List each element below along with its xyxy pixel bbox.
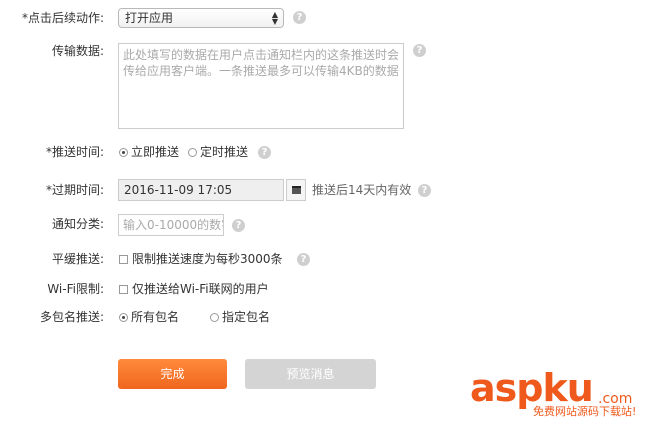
expire-hint: 推送后14天内有效 — [312, 183, 412, 197]
push-scheduled-radio[interactable] — [188, 148, 197, 157]
smooth-push-checkbox[interactable] — [119, 255, 128, 264]
help-icon[interactable]: ? — [418, 184, 431, 197]
calendar-icon — [292, 186, 301, 194]
wifi-limit-checkbox-label[interactable]: 仅推送给Wi-Fi联网的用户 — [132, 281, 269, 297]
all-packages-label[interactable]: 所有包名 — [131, 309, 179, 325]
help-icon[interactable]: ? — [258, 146, 271, 159]
all-packages-radio[interactable] — [119, 313, 128, 322]
push-now-label[interactable]: 立即推送 — [131, 144, 179, 160]
push-time-label: *推送时间: — [45, 145, 104, 159]
multi-package-label: 多包名推送: — [39, 310, 104, 324]
click-action-label: *点击后续动作: — [21, 11, 104, 25]
wifi-limit-label: Wi-Fi限制: — [47, 282, 104, 296]
preview-button[interactable]: 预览消息 — [245, 359, 376, 389]
help-icon[interactable]: ? — [293, 11, 306, 24]
expire-time-input[interactable]: 2016-11-09 17:05 — [118, 179, 284, 201]
payload-label: 传输数据: — [51, 44, 104, 58]
help-icon[interactable]: ? — [297, 253, 310, 266]
expire-time-label: *过期时间: — [45, 183, 104, 197]
calendar-button[interactable] — [286, 179, 306, 201]
wifi-limit-checkbox[interactable] — [119, 285, 128, 294]
payload-textarea[interactable]: 此处填写的数据在用户点击通知栏内的这条推送时会传给应用客户端。一条推送最多可以传… — [118, 43, 404, 129]
updown-arrows-icon: ▲ ▼ — [271, 10, 278, 26]
smooth-push-checkbox-label[interactable]: 限制推送速度为每秒3000条 — [132, 251, 283, 267]
notify-category-input[interactable]: 输入0-10000的数字 — [118, 214, 224, 236]
click-action-select[interactable]: 打开应用 ▲ ▼ — [118, 8, 284, 28]
specific-package-radio[interactable] — [210, 313, 219, 322]
push-scheduled-label[interactable]: 定时推送 — [200, 144, 248, 160]
specific-package-label[interactable]: 指定包名 — [222, 309, 270, 325]
watermark-logo: aspku — [470, 366, 594, 410]
click-action-value: 打开应用 — [125, 11, 174, 25]
notify-category-label: 通知分类: — [51, 217, 104, 231]
help-icon[interactable]: ? — [232, 219, 245, 232]
help-icon[interactable]: ? — [413, 44, 426, 57]
done-button[interactable]: 完成 — [118, 359, 227, 389]
watermark-slogan: 免费网站源码下载站! — [533, 405, 637, 418]
smooth-push-label: 平缓推送: — [51, 252, 104, 266]
push-now-radio[interactable] — [119, 148, 128, 157]
